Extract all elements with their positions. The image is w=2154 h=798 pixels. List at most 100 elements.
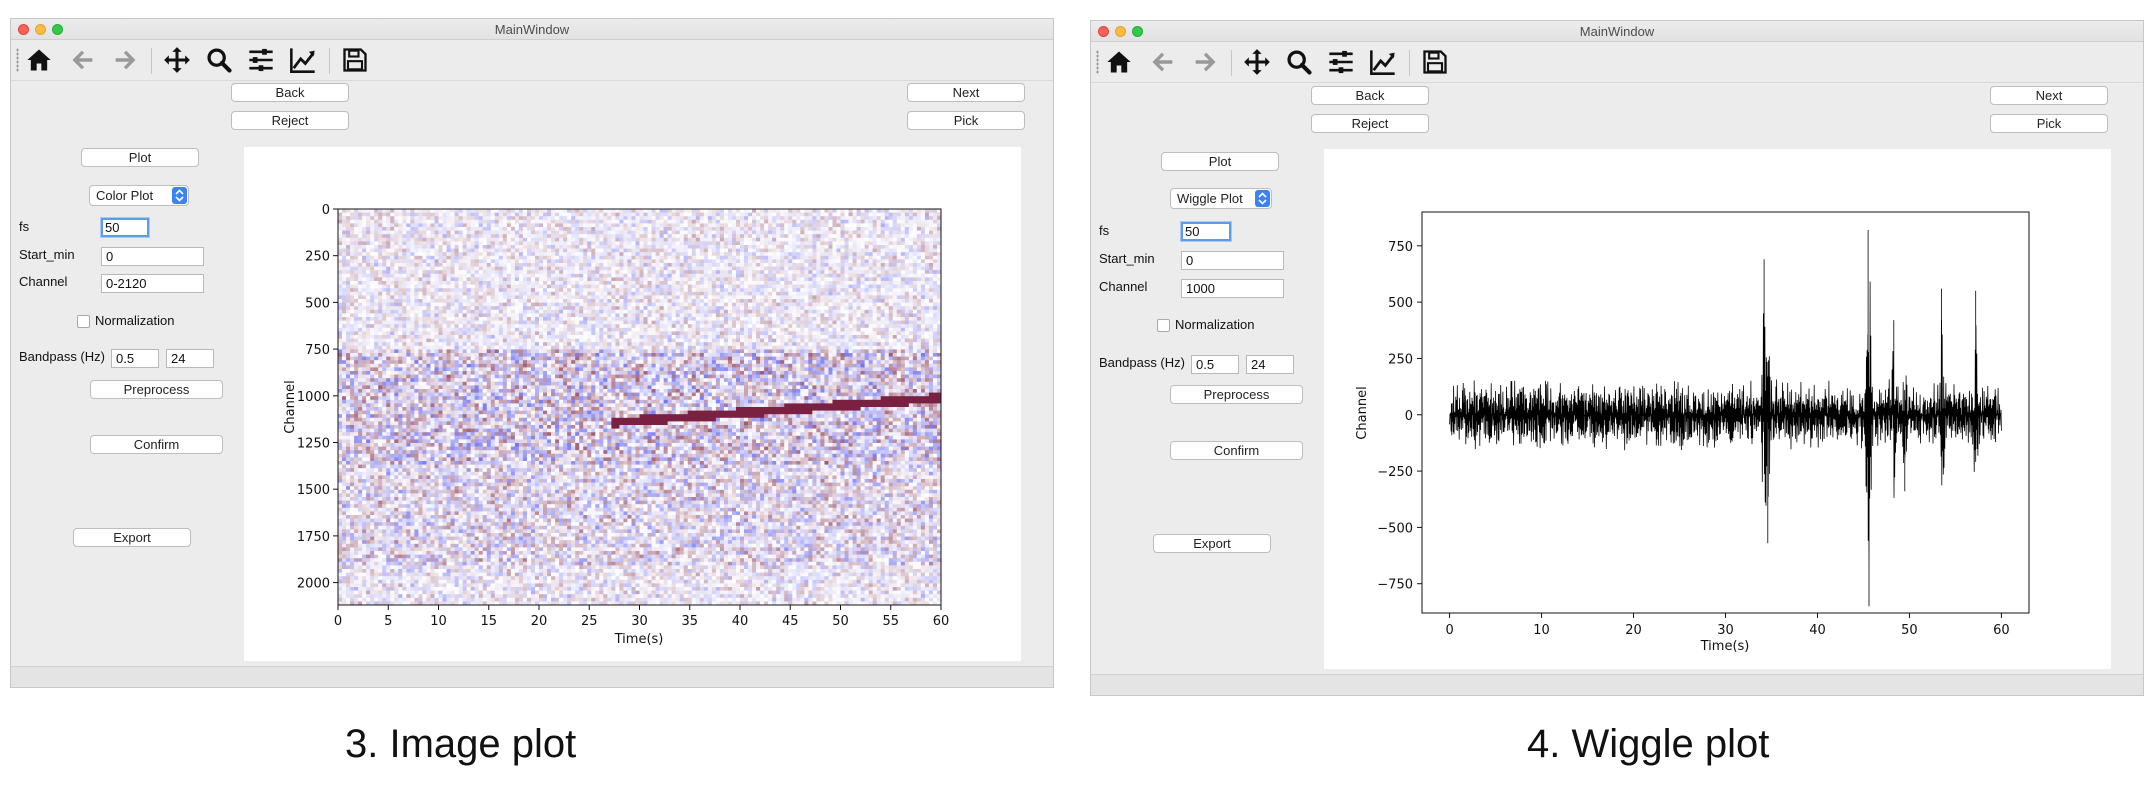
plot-canvas[interactable]: 0 5 10 15 20 25 30 35 40 45 50 55 60 0 250 500 750 1000 1… <box>244 147 1021 661</box>
start-min-label: Start_min <box>19 247 75 262</box>
home-button[interactable] <box>1103 47 1135 77</box>
forward-view-button[interactable] <box>1189 47 1221 77</box>
forward-arrow-icon <box>115 50 136 70</box>
plot-button[interactable]: Plot <box>81 148 199 167</box>
normalization-checkbox[interactable] <box>77 315 90 328</box>
pick-button[interactable]: Pick <box>1990 114 2108 133</box>
caption-image-plot: 3. Image plot <box>345 722 577 766</box>
bandpass-label: Bandpass (Hz) <box>1099 355 1185 370</box>
export-button[interactable]: Export <box>1153 534 1271 553</box>
fs-input[interactable]: 50 <box>101 218 149 237</box>
y-tick-label: 250 <box>305 250 330 265</box>
forward-view-button[interactable] <box>109 45 141 75</box>
zoom-icon <box>207 48 232 73</box>
channel-input[interactable]: 0-2120 <box>101 274 204 293</box>
start-min-input[interactable]: 0 <box>101 247 204 266</box>
plot-button[interactable]: Plot <box>1161 152 1279 171</box>
main-window-color: MainWindow Back Reject Next Pick Plot Co… <box>10 18 1054 688</box>
channel-input[interactable]: 1000 <box>1181 279 1284 298</box>
reject-button[interactable]: Reject <box>231 111 349 130</box>
zoom-button[interactable] <box>203 45 235 75</box>
preprocess-button[interactable]: Preprocess <box>1170 385 1303 404</box>
configure-subplots-icon <box>249 48 273 72</box>
caption-wiggle-plot: 4. Wiggle plot <box>1527 722 1770 766</box>
back-button[interactable]: Back <box>231 83 349 102</box>
zoom-button[interactable] <box>1283 47 1315 77</box>
back-arrow-icon <box>1152 52 1173 72</box>
fs-input[interactable]: 50 <box>1181 222 1231 241</box>
y-axis: 0 250 500 750 1000 1250 1500 1750 2000 <box>297 203 338 592</box>
pan-button[interactable] <box>161 45 193 75</box>
start-min-label: Start_min <box>1099 251 1155 266</box>
export-button[interactable]: Export <box>73 528 191 547</box>
y-tick-label: 1750 <box>297 530 330 545</box>
plot-type-select[interactable]: Color Plot <box>89 185 189 206</box>
pick-button[interactable]: Pick <box>907 111 1025 130</box>
window-title: MainWindow <box>494 22 570 37</box>
plot-type-select[interactable]: Wiggle Plot <box>1170 188 1272 209</box>
y-tick-label: 0 <box>1405 409 1413 424</box>
x-tick-label: 30 <box>1717 623 1734 638</box>
x-tick-label: 5 <box>384 614 392 629</box>
next-button[interactable]: Next <box>1990 86 2108 105</box>
x-tick-label: 20 <box>1625 623 1642 638</box>
pan-button[interactable] <box>1241 47 1273 77</box>
y-tick-label: 2000 <box>297 577 330 592</box>
plot-canvas[interactable]: 0 10 20 30 40 50 60 −750 −500 −250 0 250 500 750 Tim… <box>1324 149 2111 669</box>
confirm-button[interactable]: Confirm <box>90 435 223 454</box>
next-button[interactable]: Next <box>907 83 1025 102</box>
fs-label: fs <box>1099 223 1110 238</box>
edit-axis-button[interactable] <box>287 45 319 75</box>
confirm-button[interactable]: Confirm <box>1170 441 1303 460</box>
bandpass-label: Bandpass (Hz) <box>19 349 105 364</box>
heatmap-image <box>338 209 942 606</box>
toolbar-separator <box>329 48 330 74</box>
back-view-button[interactable] <box>1147 47 1179 77</box>
y-tick-label: 500 <box>305 296 330 311</box>
x-tick-label: 50 <box>832 614 849 629</box>
edit-axis-button[interactable] <box>1367 47 1399 77</box>
x-tick-label: 45 <box>782 614 799 629</box>
edit-axis-icon <box>1370 50 1395 75</box>
back-view-button[interactable] <box>67 45 99 75</box>
y-tick-label: 500 <box>1388 296 1413 311</box>
toolbar-grip <box>1096 50 1099 74</box>
navigation-toolbar <box>11 40 1053 81</box>
configure-subplots-button[interactable] <box>1325 47 1357 77</box>
bandpass-high-input[interactable]: 24 <box>1246 355 1294 374</box>
x-tick-label: 55 <box>882 614 899 629</box>
select-arrows-icon <box>172 187 187 204</box>
window-title: MainWindow <box>1579 24 1655 39</box>
pan-icon <box>164 47 190 73</box>
x-tick-label: 0 <box>334 614 342 629</box>
x-tick-label: 50 <box>1901 623 1918 638</box>
y-tick-label: 750 <box>1388 240 1413 255</box>
start-min-input[interactable]: 0 <box>1181 251 1284 270</box>
x-tick-label: 25 <box>581 614 598 629</box>
wiggle-plot-chart: 0 10 20 30 40 50 60 −750 −500 −250 0 250 500 750 Tim… <box>1355 211 2030 654</box>
back-button[interactable]: Back <box>1311 86 1429 105</box>
bandpass-high-input[interactable]: 24 <box>166 349 214 368</box>
x-tick-label: 60 <box>1993 623 2010 638</box>
y-tick-label: 250 <box>1388 352 1413 367</box>
x-tick-label: 40 <box>732 614 749 629</box>
normalization-checkbox[interactable] <box>1157 319 1170 332</box>
toolbar-grip <box>16 48 19 72</box>
save-button[interactable] <box>339 45 371 75</box>
bandpass-low-input[interactable]: 0.5 <box>111 349 159 368</box>
x-tick-label: 10 <box>430 614 447 629</box>
x-axis: 0 10 20 30 40 50 60 <box>1445 613 2010 638</box>
x-tick-label: 30 <box>631 614 648 629</box>
toolbar-separator <box>151 48 152 74</box>
save-button[interactable] <box>1419 47 1451 77</box>
reject-button[interactable]: Reject <box>1311 114 1429 133</box>
preprocess-button[interactable]: Preprocess <box>90 380 223 399</box>
configure-subplots-button[interactable] <box>245 45 277 75</box>
home-icon <box>1107 51 1131 73</box>
bandpass-low-input[interactable]: 0.5 <box>1191 355 1239 374</box>
x-tick-label: 10 <box>1533 623 1550 638</box>
pan-icon <box>1244 49 1270 75</box>
home-button[interactable] <box>23 45 55 75</box>
fs-label: fs <box>19 219 30 234</box>
edit-axis-icon <box>290 48 315 73</box>
